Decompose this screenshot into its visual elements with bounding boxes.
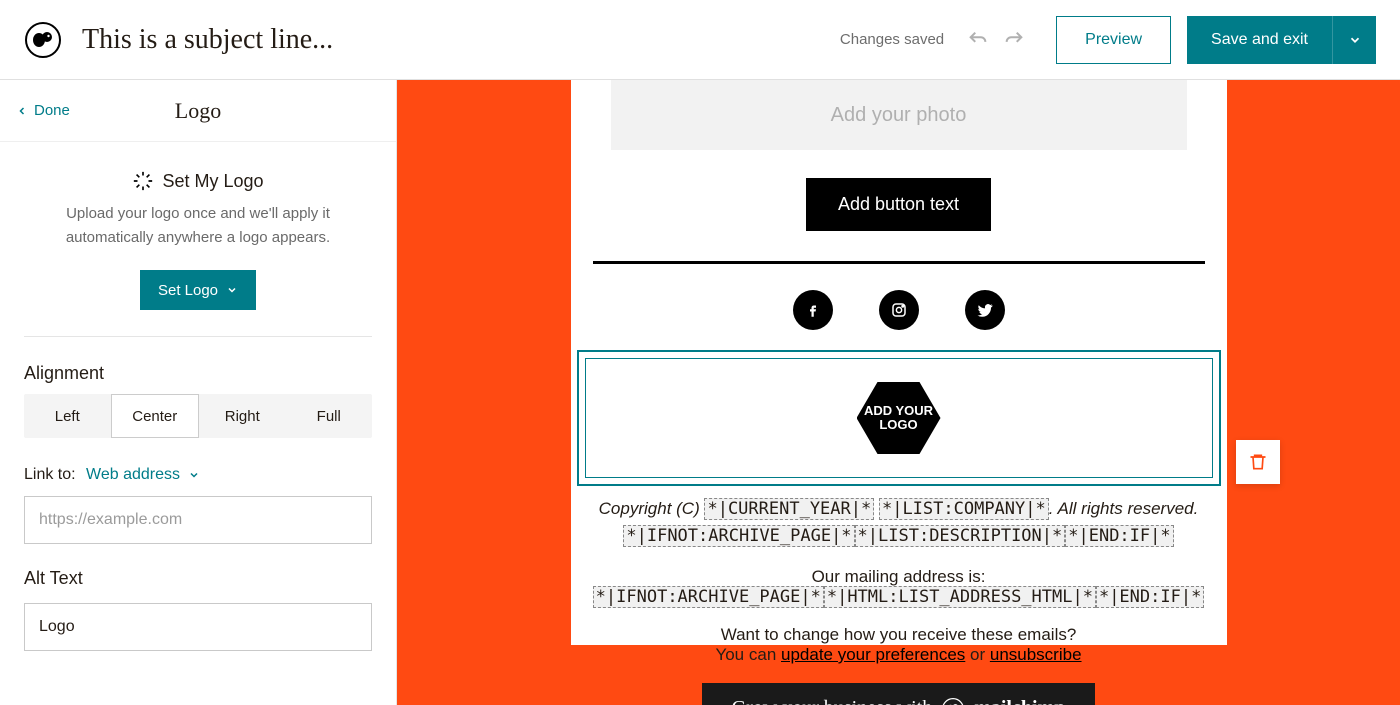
- subject-line[interactable]: This is a subject line...: [82, 24, 333, 56]
- footer-mailing[interactable]: Our mailing address is: *|IFNOT:ARCHIVE_…: [571, 567, 1227, 607]
- mailchimp-referral-banner[interactable]: Grow your business with mailchimp: [702, 683, 1096, 705]
- align-full[interactable]: Full: [286, 394, 373, 438]
- divider: [593, 261, 1205, 264]
- instagram-icon[interactable]: [879, 290, 919, 330]
- twitter-icon[interactable]: [965, 290, 1005, 330]
- logo-placeholder-hex: ADD YOUR LOGO: [857, 382, 941, 454]
- undo-button[interactable]: [960, 22, 996, 58]
- align-right[interactable]: Right: [199, 394, 286, 438]
- alignment-segmented-control: Left Center Right Full: [24, 394, 372, 438]
- save-dropdown-button[interactable]: [1332, 16, 1376, 64]
- email-preview[interactable]: Add your photo Add button text ADD YOUR …: [571, 80, 1227, 645]
- mailchimp-logo-icon: [24, 21, 62, 59]
- canvas: Add your photo Add button text ADD YOUR …: [397, 80, 1400, 705]
- redo-button[interactable]: [996, 22, 1032, 58]
- panel-title: Logo: [0, 98, 396, 124]
- save-and-exit-button[interactable]: Save and exit: [1187, 16, 1332, 64]
- footer-copyright[interactable]: Copyright (C) *|CURRENT_YEAR|* *|LIST:CO…: [571, 496, 1227, 549]
- email-cta-button[interactable]: Add button text: [806, 178, 991, 231]
- align-left[interactable]: Left: [24, 394, 111, 438]
- save-status: Changes saved: [840, 31, 944, 48]
- set-logo-button[interactable]: Set Logo: [140, 270, 256, 310]
- alt-text-label: Alt Text: [24, 568, 372, 589]
- unsubscribe-link[interactable]: unsubscribe: [990, 645, 1082, 664]
- logo-block-selected[interactable]: ADD YOUR LOGO: [577, 350, 1221, 486]
- footer-prefs[interactable]: Want to change how you receive these ema…: [571, 625, 1227, 665]
- alt-text-input[interactable]: [24, 603, 372, 651]
- photo-placeholder-block[interactable]: Add your photo: [611, 80, 1187, 150]
- update-preferences-link[interactable]: update your preferences: [781, 645, 965, 664]
- link-to-label: Link to:: [24, 466, 76, 483]
- top-bar: This is a subject line... Changes saved …: [0, 0, 1400, 80]
- link-url-input[interactable]: [24, 496, 372, 544]
- set-logo-description: Upload your logo once and we'll apply it…: [24, 202, 372, 250]
- properties-sidebar: Done Logo Set My Logo Upload your logo o…: [0, 80, 397, 705]
- facebook-icon[interactable]: [793, 290, 833, 330]
- set-logo-heading: Set My Logo: [162, 171, 263, 192]
- preview-button[interactable]: Preview: [1056, 16, 1171, 64]
- alignment-label: Alignment: [24, 363, 372, 384]
- sparkle-icon: [132, 170, 154, 192]
- link-to-type-dropdown[interactable]: Web address: [86, 466, 200, 483]
- align-center[interactable]: Center: [111, 394, 200, 438]
- delete-block-button[interactable]: [1236, 440, 1280, 484]
